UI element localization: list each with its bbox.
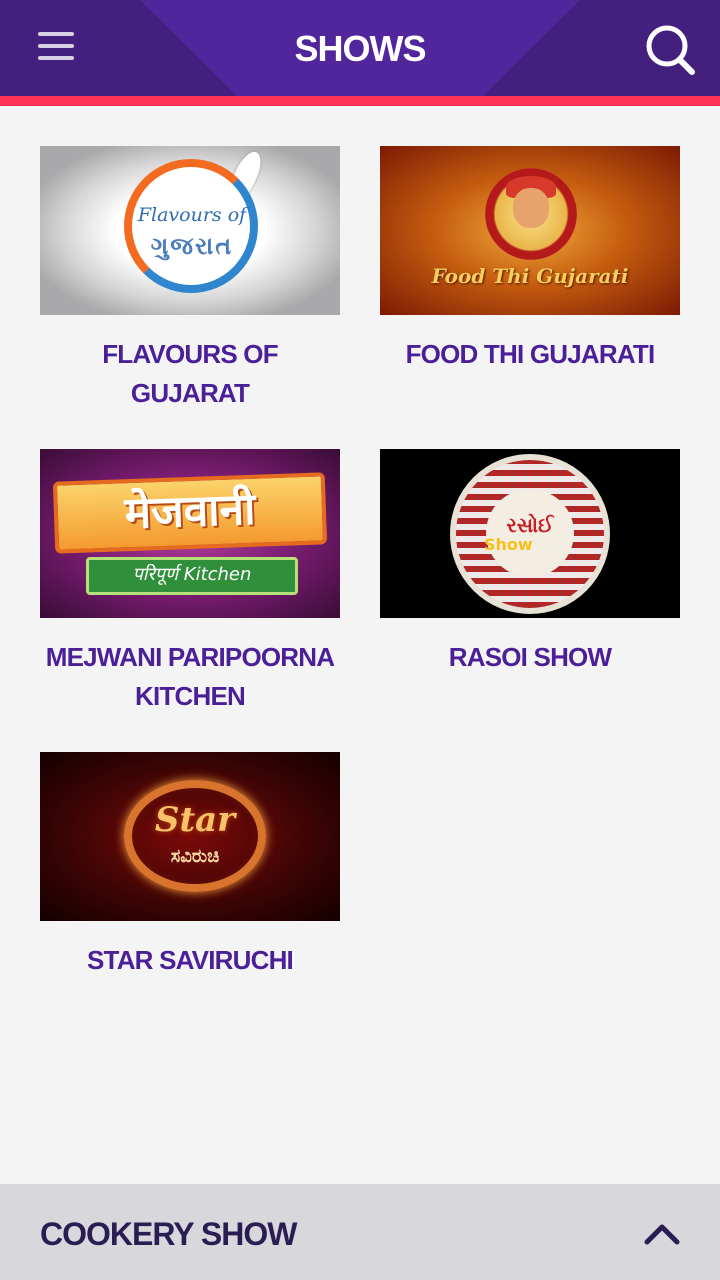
show-title: STAR SAVIRUCHI bbox=[87, 945, 294, 975]
thumb-logo-text: परिपूर्ण Kitchen bbox=[132, 564, 252, 585]
show-thumbnail: Flavours of ગુજરાત bbox=[40, 146, 340, 315]
thumb-logo-text: ગુજરાત bbox=[150, 232, 234, 260]
logo-ring bbox=[124, 159, 258, 293]
header-accent-bar bbox=[0, 96, 720, 106]
category-label: COOKERY SHOW bbox=[40, 1216, 297, 1252]
show-title: MEJWANI PARIPOORNA KITCHEN bbox=[45, 642, 335, 711]
thumb-logo-text: Show bbox=[484, 535, 533, 554]
search-icon[interactable] bbox=[640, 20, 700, 80]
show-card-food-thi-gujarati[interactable]: Food Thi Gujarati FOOD THI GUJARATI bbox=[380, 146, 680, 374]
show-thumbnail: Food Thi Gujarati bbox=[380, 146, 680, 315]
show-title: FLAVOURS OF GUJARAT bbox=[102, 339, 278, 408]
thumb-logo-text: રસોઈ bbox=[506, 513, 554, 537]
show-title: RASOI SHOW bbox=[448, 642, 612, 672]
show-thumbnail: मेजवानी परिपूर्ण Kitchen bbox=[40, 449, 340, 618]
thumb-logo-text: मेजवानी bbox=[123, 483, 257, 540]
thumb-logo-text: ಸವಿರುಚಿ bbox=[170, 846, 220, 867]
thumb-logo-text: Food Thi Gujarati bbox=[431, 264, 629, 288]
show-thumbnail: Star ಸವಿರುಚಿ bbox=[40, 752, 340, 921]
show-card-flavours-of-gujarat[interactable]: Flavours of ગુજરાત FLAVOURS OF GUJARAT bbox=[40, 146, 340, 413]
chef-face bbox=[513, 188, 549, 228]
show-card-rasoi-show[interactable]: રસોઈ Show RASOI SHOW bbox=[380, 449, 680, 677]
show-title: FOOD THI GUJARATI bbox=[405, 339, 656, 369]
thumb-logo-text: Flavours of bbox=[137, 204, 247, 226]
thumb-logo-text: Star bbox=[154, 800, 236, 840]
show-thumbnail: રસોઈ Show bbox=[380, 449, 680, 618]
hamburger-menu-icon[interactable] bbox=[32, 28, 80, 68]
app-header: SHOWS bbox=[0, 0, 720, 96]
category-footer-bar[interactable]: COOKERY SHOW bbox=[0, 1184, 720, 1280]
show-card-star-saviruchi[interactable]: Star ಸವಿರುಚಿ STAR SAVIRUCHI bbox=[40, 752, 340, 980]
chevron-up-icon[interactable] bbox=[642, 1214, 682, 1250]
show-card-mejwani-paripoorna-kitchen[interactable]: मेजवानी परिपूर्ण Kitchen MEJWANI PARIPOO… bbox=[40, 449, 340, 716]
page-title: SHOWS bbox=[294, 28, 426, 69]
